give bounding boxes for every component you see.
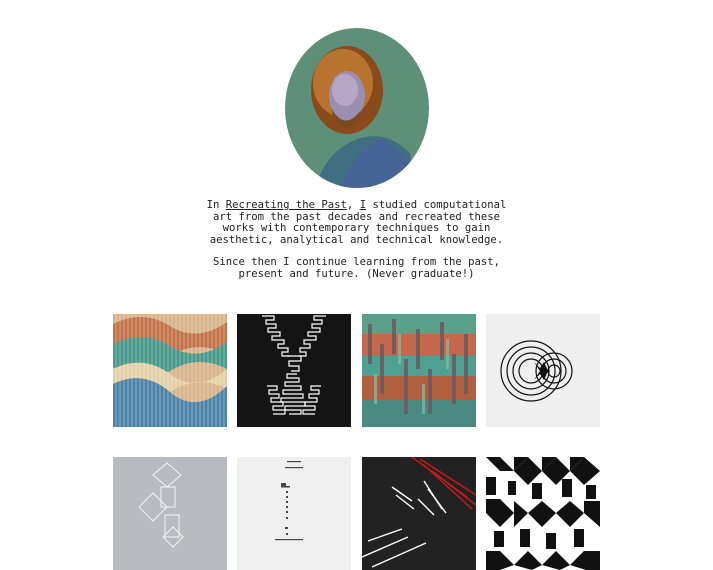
gallery-item-black-white-geometric[interactable] xyxy=(486,457,600,570)
recreating-the-past-link[interactable]: Recreating the Past xyxy=(226,199,347,211)
intro-paragraph: In Recreating the Past, I studied comput… xyxy=(206,199,507,247)
gallery-item-cube-outline[interactable] xyxy=(113,457,227,570)
gallery-item-double-helix[interactable] xyxy=(237,314,351,427)
profile-portrait xyxy=(285,28,429,188)
gallery-item-dotted-text[interactable] xyxy=(237,457,351,570)
intro-paragraph-2: Since then I continue learning from the … xyxy=(212,256,500,280)
gallery-item-colored-columns[interactable] xyxy=(362,314,476,427)
gallery-item-red-white-lines[interactable] xyxy=(362,457,476,570)
gallery-item-wavy-stripes[interactable] xyxy=(113,314,227,427)
gallery-item-concentric-circles[interactable] xyxy=(486,314,600,427)
